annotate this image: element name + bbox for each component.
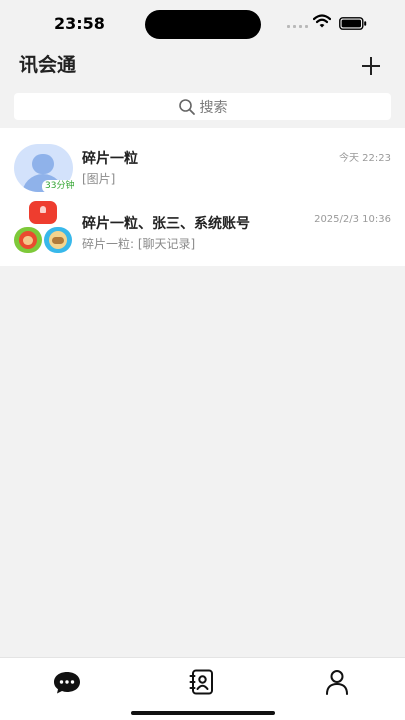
chat-name: 碎片一粒 — [82, 151, 138, 167]
search-icon — [178, 98, 195, 115]
contacts-book-icon[interactable] — [187, 668, 217, 696]
page-title: 讯会通 — [19, 54, 77, 76]
dynamic-island — [145, 10, 261, 39]
chat-bubble-icon[interactable] — [52, 668, 82, 696]
chat-list-item[interactable]: 碎片一粒、张三、系统账号 碎片一粒: [聊天记录] 2025/2/3 10:36 — [0, 201, 405, 273]
chat-preview: [图片] — [82, 172, 116, 186]
chat-name: 碎片一粒、张三、系统账号 — [82, 216, 250, 232]
chat-time: 今天 22:23 — [339, 153, 391, 164]
chat-time: 2025/2/3 10:36 — [314, 214, 391, 225]
chat-list-item[interactable]: 33分钟 碎片一粒 [图片] 今天 22:23 — [0, 142, 405, 208]
group-member-avatar — [14, 227, 42, 253]
bottom-tab-bar — [0, 657, 405, 720]
wifi-icon — [313, 14, 331, 28]
online-duration-badge: 33分钟 — [42, 180, 78, 193]
status-bar: 23:58 — [0, 0, 405, 46]
status-time: 23:58 — [54, 14, 105, 33]
search-placeholder: 搜索 — [199, 99, 228, 116]
battery-icon — [339, 17, 367, 30]
plus-icon[interactable] — [360, 55, 382, 77]
app-header: 讯会通 — [0, 46, 405, 84]
home-indicator — [131, 711, 275, 715]
cellular-signal-icon — [287, 25, 309, 31]
group-member-avatar — [29, 201, 57, 224]
chat-preview: 碎片一粒: [聊天记录] — [82, 237, 196, 251]
person-icon[interactable] — [322, 668, 352, 696]
group-avatar — [14, 201, 74, 257]
group-member-avatar — [44, 227, 72, 253]
search-input[interactable]: 搜索 — [14, 93, 391, 120]
chat-list: 33分钟 碎片一粒 [图片] 今天 22:23 碎片一粒、张三、系统账号 碎片一… — [0, 128, 405, 266]
